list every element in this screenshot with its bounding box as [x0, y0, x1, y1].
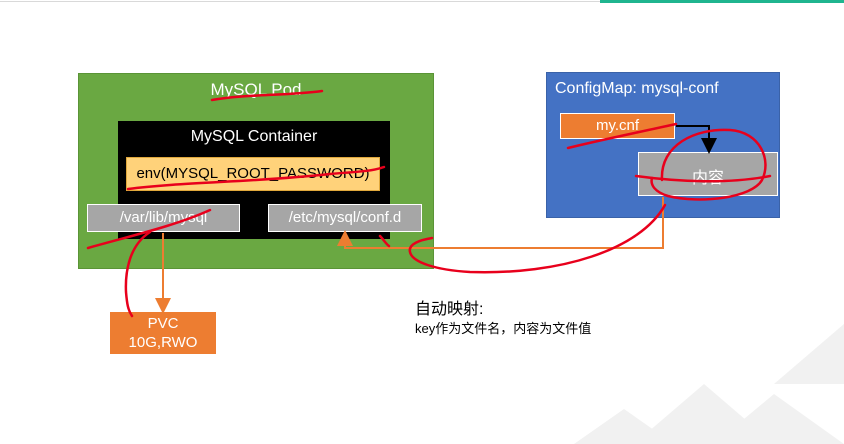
configmap-title: ConfigMap: mysql-conf — [555, 80, 719, 97]
configmap-key-label: my.cnf — [595, 117, 640, 134]
container-title: MySQL Container — [190, 128, 318, 145]
data-mount-path: /var/lib/mysql — [87, 204, 240, 232]
configmap: ConfigMap: mysql-conf — [546, 72, 780, 218]
env-variable-box: env(MYSQL_ROOT_PASSWORD) — [126, 157, 380, 191]
background-pattern — [574, 324, 844, 444]
data-mount-path-label: /var/lib/mysql — [119, 209, 208, 226]
configmap-value-box: 内容 — [638, 152, 778, 196]
env-variable-label: env(MYSQL_ROOT_PASSWORD) — [136, 165, 370, 182]
top-grey-rule — [0, 1, 600, 2]
top-green-accent — [600, 0, 844, 3]
pvc-box: PVC 10G,RWO — [110, 312, 216, 354]
note-title: 自动映射: — [415, 301, 484, 318]
note-text: key作为文件名，内容为文件值 — [415, 321, 592, 336]
pvc-capacity-label: 10G,RWO — [128, 334, 198, 351]
conf-mount-path: /etc/mysql/conf.d — [268, 204, 422, 232]
configmap-key-box: my.cnf — [560, 113, 675, 139]
conf-mount-path-label: /etc/mysql/conf.d — [288, 209, 402, 226]
pod-title: MySQL Pod — [210, 80, 302, 99]
slide-top-line — [0, 0, 844, 3]
configmap-value-label: 内容 — [691, 170, 724, 187]
pvc-label: PVC — [147, 315, 179, 332]
